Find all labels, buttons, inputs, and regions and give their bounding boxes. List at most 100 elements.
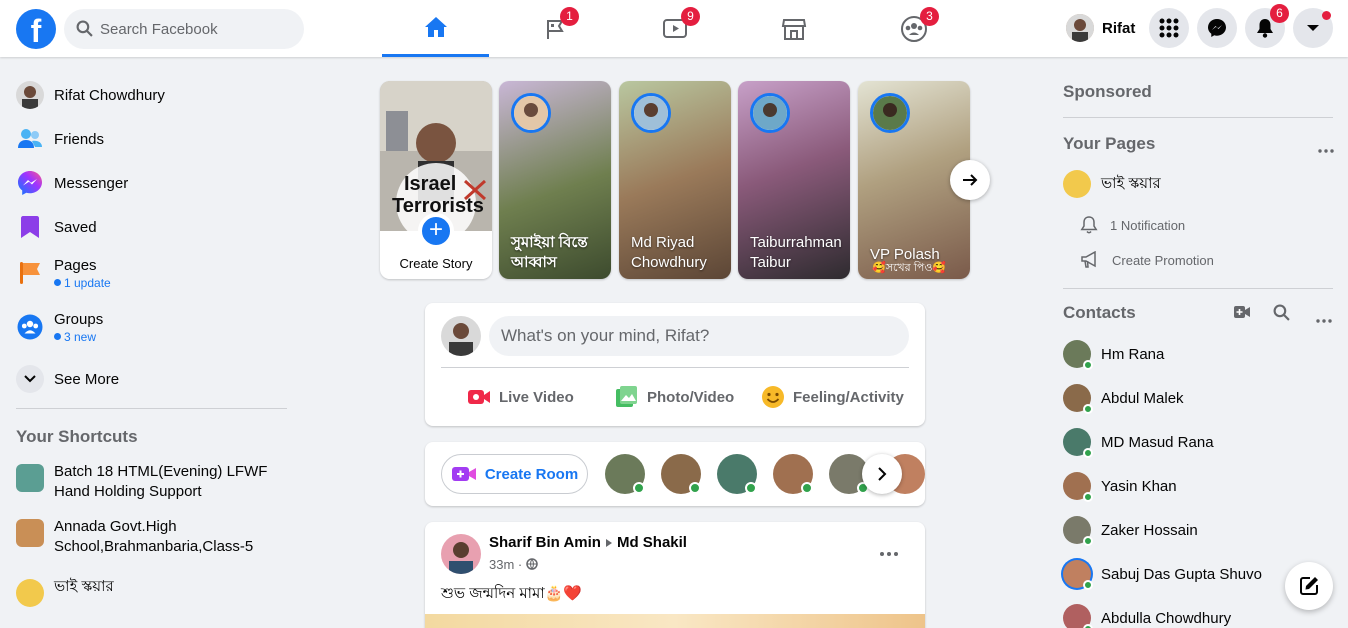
- room-contact-avatar[interactable]: [661, 454, 701, 494]
- sidebar-item-label: Pages: [54, 256, 97, 274]
- story-avatar: [511, 93, 551, 133]
- post-meta: 33m ·: [489, 557, 538, 572]
- contact-item[interactable]: Hm Rana: [1063, 336, 1333, 372]
- create-story-label: Create Story: [399, 256, 473, 271]
- sidebar-item-label: See More: [54, 370, 120, 388]
- tab-marketplace[interactable]: [740, 0, 847, 57]
- create-promotion-link[interactable]: Create Promotion: [1080, 251, 1214, 269]
- sidebar-item-messenger[interactable]: Messenger: [8, 161, 288, 205]
- video-camera-plus-icon: [1234, 306, 1250, 318]
- sidebar-item-see-more[interactable]: See More: [8, 357, 288, 401]
- create-story-card[interactable]: Israel Terrorists + Create Story: [380, 81, 492, 279]
- sidebar-item-friends[interactable]: Friends: [8, 117, 288, 161]
- composer-input[interactable]: [489, 316, 909, 356]
- online-indicator: [1083, 580, 1093, 590]
- online-indicator: [1083, 448, 1093, 458]
- plus-icon[interactable]: +: [418, 213, 454, 249]
- story-name: Taiburrahman Taibur: [750, 234, 842, 271]
- post-composer: Live Video Photo/Video Feeling/Activity: [425, 303, 925, 426]
- live-video-button[interactable]: Live Video: [467, 381, 574, 413]
- create-room-button[interactable]: Create Room: [441, 454, 588, 494]
- feed-post: Sharif Bin Amin Md Shakil 33m · শুভ জন্ম…: [425, 522, 925, 628]
- profile-avatar: [1066, 14, 1094, 42]
- post-image[interactable]: [425, 614, 925, 628]
- new-room-button[interactable]: [1233, 305, 1251, 324]
- composer-divider: [441, 367, 909, 368]
- story-name: Md Riyad Chowdhury: [631, 234, 707, 271]
- post-target-name[interactable]: Md Shakil: [617, 534, 687, 551]
- sidebar-item-saved[interactable]: Saved: [8, 205, 288, 249]
- caret-right-icon: [605, 538, 612, 547]
- bell-icon: [1257, 19, 1273, 38]
- contact-item[interactable]: Yasin Khan: [1063, 468, 1333, 504]
- tab-pages[interactable]: 1: [502, 0, 609, 57]
- contacts-options-button[interactable]: [1316, 310, 1332, 328]
- profile-chip[interactable]: Rifat: [1058, 8, 1143, 48]
- post-time[interactable]: 33m: [489, 557, 514, 572]
- contact-item[interactable]: MD Masud Rana: [1063, 424, 1333, 460]
- contact-item[interactable]: Zaker Hossain: [1063, 512, 1333, 548]
- sidebar-item-groups[interactable]: Groups 3 new: [8, 303, 288, 351]
- groups-icon: [16, 313, 44, 341]
- feeling-activity-button[interactable]: Feeling/Activity: [761, 381, 904, 413]
- shortcut-item[interactable]: Annada Govt.High School,Brahmanbaria,Cla…: [16, 517, 286, 557]
- online-indicator: [633, 482, 645, 494]
- shortcut-item[interactable]: ভাই স্কয়ার: [16, 577, 286, 607]
- friends-icon: [16, 125, 44, 153]
- account-button[interactable]: [1293, 8, 1333, 48]
- story-card[interactable]: Md Riyad Chowdhury: [619, 81, 731, 279]
- online-indicator: [801, 482, 813, 494]
- post-options-button[interactable]: [879, 544, 899, 562]
- stories-next-button[interactable]: [950, 160, 990, 200]
- pages-badge: 1: [560, 7, 579, 26]
- tab-watch[interactable]: 9: [621, 0, 728, 57]
- notifications-button[interactable]: 6: [1245, 4, 1289, 48]
- pages-update-count: 1 update: [54, 276, 111, 290]
- post-text: শুভ জন্মদিন মামা🎂❤️: [441, 585, 583, 602]
- story-card[interactable]: Taiburrahman Taibur: [738, 81, 850, 279]
- contact-name: MD Masud Rana: [1101, 433, 1214, 451]
- sidebar-item-profile[interactable]: Rifat Chowdhury: [8, 73, 288, 117]
- online-indicator: [689, 482, 701, 494]
- sidebar-item-pages[interactable]: Pages 1 update: [8, 249, 288, 297]
- tab-groups[interactable]: 3: [860, 0, 967, 57]
- facebook-logo[interactable]: f: [16, 9, 56, 49]
- left-sidebar: Rifat Chowdhury Friends Messenger Saved …: [0, 57, 300, 628]
- search-contacts-button[interactable]: [1273, 304, 1290, 326]
- chevron-down-icon: [16, 365, 44, 393]
- sidebar-item-label: Groups: [54, 310, 104, 328]
- your-page-item[interactable]: ভাই স্কয়ার: [1063, 166, 1333, 202]
- sidebar-item-label: Messenger: [54, 174, 129, 192]
- messenger-button[interactable]: [1197, 8, 1237, 48]
- your-pages-title: Your Pages: [1063, 134, 1156, 153]
- post-author-avatar[interactable]: [441, 534, 481, 574]
- room-contact-avatar[interactable]: [773, 454, 813, 494]
- chevron-right-icon: [878, 467, 887, 481]
- story-avatar: [870, 93, 910, 133]
- photo-icon: [616, 386, 637, 407]
- shortcut-item[interactable]: Batch 18 HTML(Evening) LFWF Hand Holding…: [16, 462, 286, 502]
- room-contact-avatar[interactable]: [605, 454, 645, 494]
- photo-video-button[interactable]: Photo/Video: [615, 381, 734, 413]
- create-room-label: Create Room: [484, 465, 579, 483]
- menu-button[interactable]: [1149, 8, 1189, 48]
- new-message-button[interactable]: [1285, 562, 1333, 610]
- pages-flag-icon: [16, 259, 44, 287]
- story-card[interactable]: সুমাইয়া বিন্তে আব্বাস: [499, 81, 611, 279]
- tab-home[interactable]: [382, 0, 489, 57]
- search-input[interactable]: [100, 9, 295, 49]
- shortcut-label: Annada Govt.High School,Brahmanbaria,Cla…: [54, 518, 254, 555]
- globe-icon: [526, 558, 538, 570]
- search-icon: [1273, 304, 1290, 321]
- search-box[interactable]: [64, 9, 304, 49]
- room-contact-avatar[interactable]: [717, 454, 757, 494]
- contact-name: Abdulla Chowdhury: [1101, 609, 1232, 627]
- your-pages-options[interactable]: [1318, 140, 1334, 158]
- page-notification-link[interactable]: 1 Notification: [1080, 215, 1185, 235]
- facebook-logo-letter: f: [30, 13, 42, 49]
- contact-item[interactable]: Abdul Malek: [1063, 380, 1333, 416]
- post-author-name[interactable]: Sharif Bin Amin: [489, 534, 601, 551]
- rooms-next-button[interactable]: [862, 454, 902, 494]
- watch-badge: 9: [681, 7, 700, 26]
- arrow-right-icon: [963, 174, 978, 186]
